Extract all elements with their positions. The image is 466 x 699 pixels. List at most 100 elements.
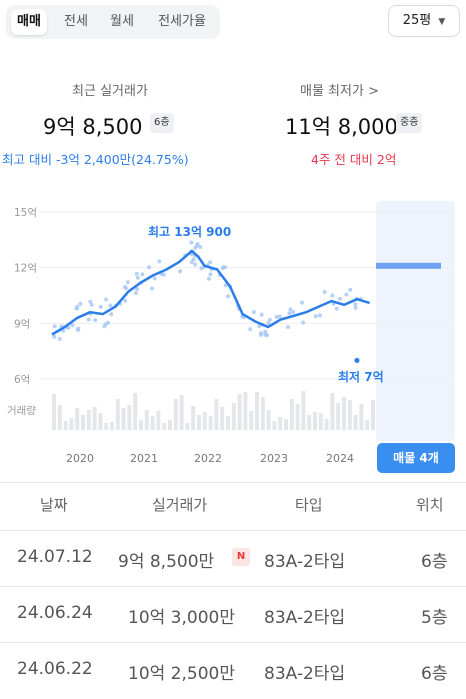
recent-floor-badge: 6층 <box>150 113 174 133</box>
volume-bar <box>289 399 294 430</box>
listing-count-button[interactable]: 매물 4개 <box>377 443 455 473</box>
volume-bar <box>185 423 190 430</box>
volume-bar <box>318 413 323 430</box>
volume-bar <box>75 408 80 430</box>
scatter-point <box>76 326 81 331</box>
size-select[interactable]: 25평 ▼ <box>388 5 460 37</box>
table-row[interactable]: 24.06.22 10억 2,500만 83A-2타입 6층 <box>0 642 466 699</box>
scatter-point <box>300 300 305 305</box>
volume-bar <box>98 413 103 430</box>
max-annotation: 최고 13억 900 <box>148 224 231 239</box>
volume-bar <box>313 412 317 430</box>
recent-delta: 최고 대비 -3억 2,400만(24.75%) <box>2 152 189 167</box>
volume-bar <box>324 419 329 430</box>
volume-bar <box>260 397 265 430</box>
volume-bar <box>255 392 259 430</box>
volume-bar <box>110 422 114 430</box>
volume-bar <box>150 416 155 430</box>
volume-bar <box>249 411 254 430</box>
transaction-table <box>0 482 466 483</box>
scatter-point <box>263 329 268 334</box>
volume-bar <box>214 399 219 430</box>
volume-bar <box>301 391 306 430</box>
scatter-point <box>57 336 62 341</box>
tab-jeonse[interactable]: 전세 <box>58 9 94 35</box>
tab-monthly[interactable]: 월세 <box>104 9 140 35</box>
listing-floor-badge: 중층 <box>396 113 423 133</box>
y-tick-label: 9억 <box>14 318 30 330</box>
listing-min-label[interactable]: 매물 최저가 > <box>300 80 416 99</box>
size-label: 25평 <box>402 13 432 28</box>
scatter-point <box>259 312 264 317</box>
table-row[interactable]: 24.07.12 9억 8,500만 N 83A-2타입 6층 <box>0 530 466 587</box>
caret-down-icon: ▼ <box>438 17 446 27</box>
scatter-point <box>267 317 272 322</box>
scatter-point <box>198 245 203 249</box>
volume-bar <box>359 404 364 430</box>
scatter-point <box>353 305 358 310</box>
volume-bar <box>173 399 178 430</box>
scatter-point <box>135 275 140 280</box>
scatter-point <box>301 320 306 325</box>
row-type: 83A-2타입 <box>264 664 346 684</box>
scatter-point <box>248 327 253 332</box>
volume-bar <box>231 403 236 430</box>
row-floor: 6층 <box>421 552 448 572</box>
volume-bar <box>115 399 120 430</box>
tab-jeonse-ratio[interactable]: 전세가율 <box>150 9 214 35</box>
volume-bar <box>342 397 346 430</box>
volume-bar <box>179 395 184 430</box>
scatter-point <box>259 331 264 336</box>
scatter-point <box>157 259 162 264</box>
scatter-point <box>123 298 128 303</box>
deal-type-tabs: 매매 전세 월세 전세가율 <box>6 5 220 39</box>
scatter-point <box>150 286 154 291</box>
scatter-point <box>104 297 109 302</box>
recent-price: 9억 8,500 <box>43 115 143 139</box>
x-tick-label: 2021 <box>130 452 158 465</box>
scatter-point <box>286 325 290 330</box>
volume-bar <box>81 415 85 430</box>
scatter-point <box>265 333 269 338</box>
scatter-point <box>193 262 198 267</box>
scatter-point <box>102 324 107 329</box>
scatter-point <box>317 313 322 318</box>
x-axis: 2020 2021 2022 2023 2024 <box>66 452 354 465</box>
scatter-point <box>337 296 342 301</box>
scatter-point <box>322 289 327 294</box>
row-type: 83A-2타입 <box>264 552 346 572</box>
volume-bar <box>86 410 91 430</box>
header-type: 타입 <box>295 496 323 514</box>
row-date: 24.06.24 <box>17 603 93 623</box>
scatter-point <box>206 276 211 281</box>
row-price: 10억 3,000만 <box>128 608 235 628</box>
scatter-point <box>226 294 231 299</box>
scatter-point <box>277 314 282 319</box>
scatter-point <box>125 280 130 285</box>
volume-label: 거래량 <box>7 405 36 417</box>
scatter-point <box>108 303 113 308</box>
volume-bar <box>57 405 62 430</box>
scatter-point <box>52 324 57 329</box>
scatter-point <box>208 272 213 277</box>
scatter-point <box>86 317 91 322</box>
volume-bar <box>139 420 143 430</box>
volume-bar <box>133 393 138 430</box>
scatter-point <box>74 306 79 311</box>
scatter-point <box>189 240 194 245</box>
row-date: 24.06.22 <box>17 659 93 679</box>
volume-bar <box>336 403 341 430</box>
volume-bar <box>63 421 68 430</box>
price-chart: 15억 12억 9억 6억 2020 2021 2022 2023 2024 최고 13억 9… <box>7 201 455 465</box>
tab-sale[interactable]: 매매 <box>11 9 47 35</box>
volume-bar <box>307 415 312 430</box>
min-point <box>354 357 360 363</box>
scatter-point <box>287 311 292 316</box>
scatter-point <box>140 272 145 277</box>
scatter-point <box>88 299 93 304</box>
y-tick-label: 15억 <box>14 207 37 219</box>
table-row[interactable]: 24.06.24 10억 3,000만 83A-2타입 5층 <box>0 586 466 643</box>
row-type: 83A-2타입 <box>264 608 346 628</box>
row-price: 9억 8,500만 <box>118 552 215 572</box>
volume-bar <box>266 410 271 430</box>
